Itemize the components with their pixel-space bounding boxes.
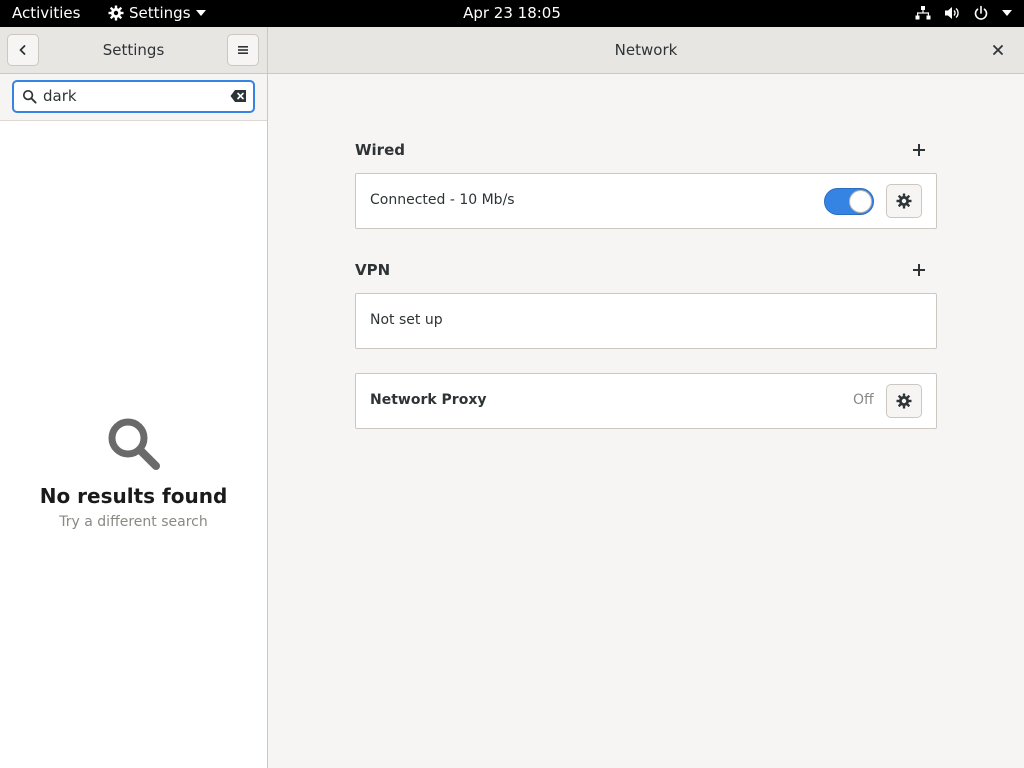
empty-state: No results found Try a different search xyxy=(0,414,267,530)
toggle-knob xyxy=(849,190,872,213)
close-icon xyxy=(993,45,1003,55)
wired-status: Connected - 10 Mb/s xyxy=(370,192,515,208)
network-panel: Wired Connected - 10 Mb/s VPN Not set up… xyxy=(268,74,1024,768)
volume-icon xyxy=(945,7,959,19)
empty-state-heading: No results found xyxy=(39,484,228,508)
network-wired-icon xyxy=(915,6,931,20)
power-icon xyxy=(974,5,988,20)
sidebar-header: Settings xyxy=(0,27,268,74)
content-header: Network xyxy=(268,27,1024,74)
settings-window: Settings Network dark No results found T… xyxy=(0,27,1024,768)
close-button[interactable] xyxy=(988,40,1008,60)
page-title: Network xyxy=(614,41,678,59)
clock[interactable]: Apr 23 18:05 xyxy=(463,4,561,22)
network-proxy-row[interactable]: Network Proxy Off xyxy=(355,373,937,429)
gear-icon xyxy=(108,5,124,21)
add-wired-connection-icon[interactable] xyxy=(911,142,927,158)
search-field[interactable] xyxy=(12,80,255,113)
wired-section-label: Wired xyxy=(355,141,405,159)
wired-settings-button[interactable] xyxy=(886,184,922,218)
gear-icon xyxy=(896,393,912,409)
vpn-section-label: VPN xyxy=(355,261,391,279)
search-input[interactable] xyxy=(43,87,223,105)
network-proxy-status: Off xyxy=(853,392,874,408)
chevron-down-icon xyxy=(195,10,206,16)
vpn-row: Not set up xyxy=(355,293,937,349)
network-proxy-settings-button[interactable] xyxy=(886,384,922,418)
empty-state-subtitle: Try a different search xyxy=(59,514,208,530)
top-bar: Activities Settings Apr 23 18:05 xyxy=(0,0,1024,27)
search-icon xyxy=(22,89,37,104)
vpn-status: Not set up xyxy=(370,312,443,328)
gear-icon xyxy=(896,193,912,209)
clear-search-icon[interactable] xyxy=(230,89,247,103)
hamburger-icon xyxy=(238,46,248,54)
activities-button[interactable]: Activities xyxy=(12,4,80,22)
app-menu-button[interactable]: Settings xyxy=(108,4,206,22)
app-menu-label: Settings xyxy=(129,4,191,22)
wired-toggle[interactable] xyxy=(824,188,874,215)
system-tray[interactable] xyxy=(915,5,1012,21)
search-icon xyxy=(108,418,160,470)
sidebar: No results found Try a different search xyxy=(0,74,268,768)
chevron-down-icon xyxy=(1002,10,1012,16)
add-vpn-icon[interactable] xyxy=(911,262,927,278)
network-proxy-label: Network Proxy xyxy=(370,392,487,408)
search-bar xyxy=(0,74,267,121)
wired-connection-row: Connected - 10 Mb/s xyxy=(355,173,937,229)
primary-menu-button[interactable] xyxy=(227,34,259,66)
